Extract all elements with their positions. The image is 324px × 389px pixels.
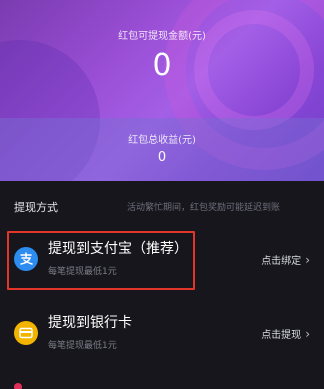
action-label: 点击绑定 [261, 256, 302, 267]
available-amount-label: 红包可提现金额(元) [118, 31, 206, 42]
total-earnings-label: 红包总收益(元) [128, 135, 196, 146]
option-title: 提现到银行卡 [48, 315, 132, 331]
action-label: 点击提现 [261, 330, 302, 341]
footer-partial-row [0, 378, 324, 389]
bank-card-icon [14, 321, 38, 345]
recommended-highlight-box [7, 231, 195, 290]
balance-header: 红包可提现金额(元) 0 红包总收益(元) 0 [0, 0, 324, 181]
chevron-right-icon: › [305, 326, 310, 341]
withdraw-bank-button[interactable]: 点击提现 › [261, 326, 310, 342]
red-dot-icon [14, 383, 22, 389]
delay-notice: 活动繁忙期间，红包奖励可能延迟到账 [127, 203, 281, 213]
withdraw-methods-header: 提现方式 活动繁忙期间，红包奖励可能延迟到账 [0, 190, 324, 222]
chevron-right-icon: › [305, 252, 310, 267]
bind-alipay-button[interactable]: 点击绑定 › [261, 252, 310, 268]
section-title: 提现方式 [14, 201, 58, 214]
option-subtitle: 每笔提现最低1元 [48, 341, 117, 351]
available-amount-value: 0 [152, 48, 172, 83]
total-earnings-value: 0 [157, 150, 167, 165]
withdraw-to-bank-card-option[interactable]: 提现到银行卡 每笔提现最低1元 点击提现 › [0, 302, 324, 366]
